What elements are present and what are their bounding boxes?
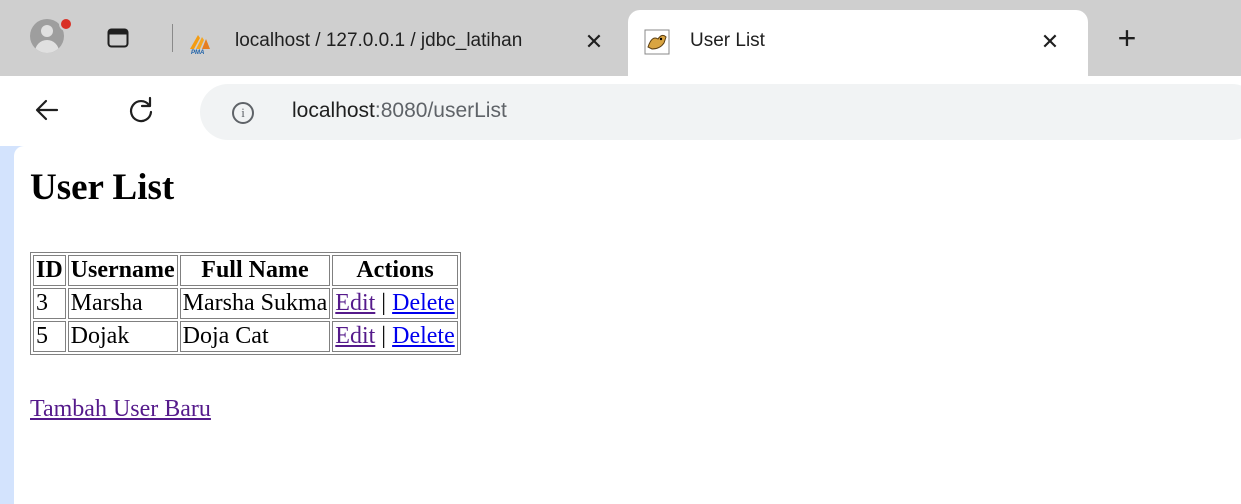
info-icon[interactable]: i — [232, 102, 254, 124]
edit-link[interactable]: Edit — [335, 323, 375, 349]
toolbar: i localhost:8080/userList — [0, 76, 1241, 146]
column-header: Actions — [332, 255, 458, 286]
cell-full-name: Doja Cat — [179, 321, 331, 352]
cell-actions: Edit | Delete — [332, 288, 458, 319]
url-text[interactable]: localhost:8080/userList — [292, 99, 507, 123]
table-row: 5 Dojak Doja Cat Edit | Delete — [33, 321, 458, 352]
new-tab-button[interactable]: + — [1112, 22, 1142, 54]
tab-divider — [172, 24, 173, 52]
address-bar[interactable]: i localhost:8080/userList — [200, 84, 1241, 140]
add-user-link[interactable]: Tambah User Baru — [30, 396, 211, 423]
cell-id: 3 — [33, 288, 66, 319]
tab-phpmyadmin[interactable]: PMA localhost / 127.0.0.1 / jdbc_latihan… — [180, 10, 627, 76]
column-header: Username — [67, 255, 178, 286]
phpmyadmin-icon: PMA — [190, 35, 210, 55]
edit-link[interactable]: Edit — [335, 290, 375, 316]
table-header-row: ID Username Full Name Actions — [33, 255, 458, 286]
tab-strip: PMA localhost / 127.0.0.1 / jdbc_latihan… — [0, 0, 1241, 76]
column-header: Full Name — [179, 255, 331, 286]
user-table: ID Username Full Name Actions 3 Marsha M… — [30, 252, 461, 355]
tab-user-list[interactable]: User List ✕ — [628, 10, 1088, 76]
reload-icon[interactable] — [125, 94, 157, 126]
tomcat-icon — [644, 29, 670, 55]
table-row: 3 Marsha Marsha Sukma Edit | Delete — [33, 288, 458, 319]
svg-text:PMA: PMA — [191, 50, 204, 55]
tab-actions-icon[interactable] — [107, 28, 129, 48]
action-separator: | — [381, 323, 387, 349]
delete-link[interactable]: Delete — [392, 323, 455, 349]
action-separator: | — [381, 290, 387, 316]
close-icon[interactable]: ✕ — [1038, 30, 1062, 54]
cell-actions: Edit | Delete — [332, 321, 458, 352]
url-host: localhost — [292, 99, 375, 122]
cell-username: Dojak — [67, 321, 178, 352]
url-path: :8080/userList — [374, 99, 507, 122]
delete-link[interactable]: Delete — [392, 290, 455, 316]
page-title: User List — [30, 167, 175, 208]
close-icon[interactable]: ✕ — [582, 30, 606, 54]
cell-full-name: Marsha Sukma — [179, 288, 331, 319]
column-header: ID — [33, 255, 66, 286]
back-arrow-icon[interactable] — [31, 94, 63, 126]
cell-id: 5 — [33, 321, 66, 352]
cell-username: Marsha — [67, 288, 178, 319]
tab-title: User List — [690, 30, 765, 51]
notification-dot — [59, 17, 73, 31]
page-viewport: User List ID Username Full Name Actions … — [14, 146, 1241, 504]
tab-title: localhost / 127.0.0.1 / jdbc_latihan — [235, 30, 523, 51]
